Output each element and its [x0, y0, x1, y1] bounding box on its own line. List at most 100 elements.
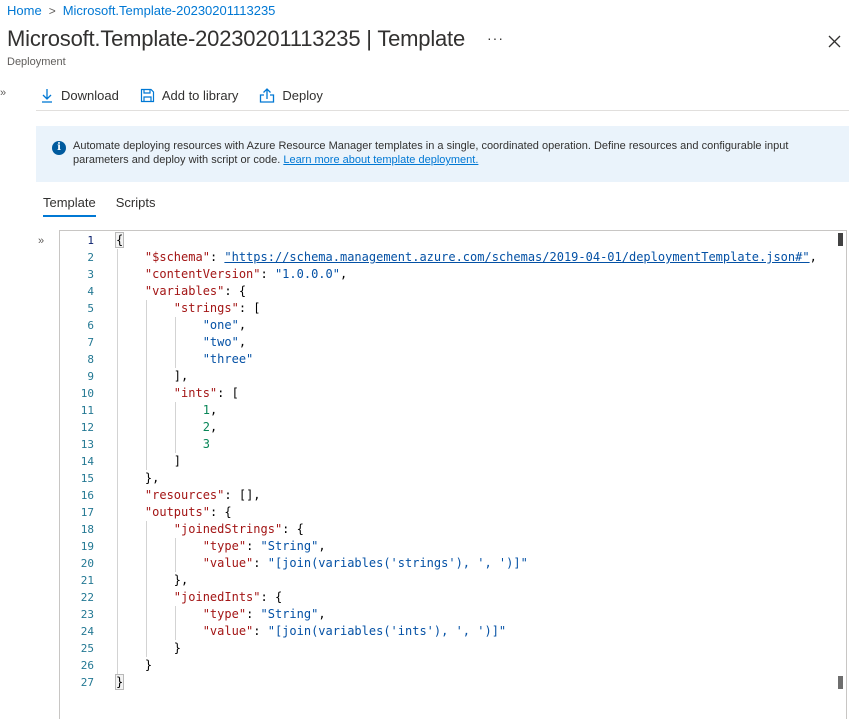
- indent-guide: [117, 419, 118, 436]
- more-options-button[interactable]: ···: [487, 30, 504, 46]
- code-token-punct: }: [144, 658, 153, 672]
- code-token-punct: ,: [238, 335, 247, 349]
- code-line: "ints": [: [116, 385, 817, 402]
- indent-guide: [145, 538, 147, 555]
- indent-guide: [117, 572, 118, 589]
- code-token-str: "String": [260, 607, 319, 621]
- code-token-punct: : {: [209, 505, 232, 519]
- info-banner: i Automate deploying resources with Azur…: [36, 126, 849, 182]
- indent-guide: [145, 317, 147, 334]
- code-token-str: "1.0.0.0": [274, 267, 340, 281]
- indent-guide: [174, 419, 176, 436]
- line-number: 19: [80, 540, 94, 553]
- page-title: Microsoft.Template-20230201113235 | Temp…: [7, 26, 465, 52]
- download-icon: [42, 88, 52, 103]
- code-editor[interactable]: 1 2 3 4 5 6 7 8 9 10 11 12 13 14 15 16 17 18 19 20 21 22 23 24 2…: [59, 230, 847, 719]
- info-icon: i: [52, 141, 66, 155]
- code-line: "strings": [: [116, 300, 817, 317]
- breadcrumb-current-link[interactable]: Microsoft.Template-20230201113235: [63, 3, 276, 18]
- expand-editor-icon[interactable]: »: [38, 235, 44, 247]
- indent-guide: [117, 385, 118, 402]
- close-button[interactable]: [825, 32, 843, 50]
- breadcrumb-home-link[interactable]: Home: [7, 3, 42, 18]
- indent-guide: [174, 436, 176, 453]
- indent-guide: [145, 436, 147, 453]
- line-number: 14: [80, 455, 94, 468]
- indent-guide: [145, 453, 147, 470]
- page-title-main: Microsoft.Template-20230201113235: [7, 26, 361, 51]
- code-line: },: [116, 470, 817, 487]
- code-token-punct: ],: [173, 369, 189, 383]
- indent-guide: [117, 487, 118, 504]
- line-number: 4: [87, 285, 94, 298]
- code-area[interactable]: { "$schema": "https://schema.management.…: [114, 232, 817, 691]
- code-token-str: "[join(variables('strings'), ', ')]": [267, 556, 528, 570]
- indent-guide: [145, 368, 147, 385]
- page-subtitle: Deployment: [7, 56, 66, 68]
- breadcrumb: Home > Microsoft.Template-20230201113235: [7, 3, 275, 18]
- line-number: 21: [80, 574, 94, 587]
- indent-guide: [174, 538, 176, 555]
- line-number: 17: [80, 506, 94, 519]
- indent-guide: [145, 402, 147, 419]
- scrollbar-thumb-top[interactable]: [838, 233, 843, 246]
- code-token-punct: : {: [224, 284, 247, 298]
- code-token-punct: ,: [339, 267, 348, 281]
- indent-guide: [117, 334, 118, 351]
- code-line: "three": [116, 351, 817, 368]
- indent-guide: [117, 300, 118, 317]
- line-number: 27: [80, 676, 94, 689]
- code-token-num: 1: [202, 403, 210, 417]
- indent-guide: [117, 538, 118, 555]
- scrollbar-thumb-bottom[interactable]: [838, 676, 843, 689]
- code-line: ]: [116, 453, 817, 470]
- learn-more-link[interactable]: Learn more about template deployment.: [283, 154, 478, 166]
- indent-guide: [117, 623, 118, 640]
- indent-guide: [117, 606, 118, 623]
- toolbar-divider: [36, 110, 849, 111]
- code-line: "value": "[join(variables('ints'), ', ')…: [116, 623, 817, 640]
- line-number: 18: [80, 523, 94, 536]
- code-token-key: "type": [202, 539, 247, 553]
- line-number: 13: [80, 438, 94, 451]
- tab-scripts[interactable]: Scripts: [116, 195, 156, 217]
- code-token-key: "contentVersion": [144, 267, 261, 281]
- code-token-punct: ]: [173, 454, 182, 468]
- code-token-key: "value": [202, 556, 254, 570]
- code-token-punct: }: [173, 641, 182, 655]
- code-line: "outputs": {: [116, 504, 817, 521]
- editor-scrollbar[interactable]: [836, 231, 846, 719]
- download-button[interactable]: Download: [36, 88, 123, 103]
- indent-guide: [145, 419, 147, 436]
- indent-guide: [117, 402, 118, 419]
- code-token-punct: },: [144, 471, 160, 485]
- expand-sidebar-icon[interactable]: »: [0, 87, 6, 99]
- add-to-library-button[interactable]: Add to library: [136, 88, 243, 103]
- line-number: 3: [87, 268, 94, 281]
- code-token-str: "String": [260, 539, 319, 553]
- upload-deploy-icon: [260, 87, 275, 103]
- indent-guide: [174, 351, 176, 368]
- indent-guide: [174, 334, 176, 351]
- code-line: 2,: [116, 419, 817, 436]
- line-number: 9: [87, 370, 94, 383]
- tab-template[interactable]: Template: [43, 195, 96, 217]
- code-token-str: "two": [202, 335, 239, 349]
- code-token-str: "three": [202, 352, 254, 366]
- indent-guide: [145, 640, 147, 657]
- indent-guide: [145, 385, 147, 402]
- code-token-punct: :: [246, 539, 261, 553]
- code-token-key: "joinedStrings": [173, 522, 283, 536]
- deploy-button[interactable]: Deploy: [255, 88, 326, 103]
